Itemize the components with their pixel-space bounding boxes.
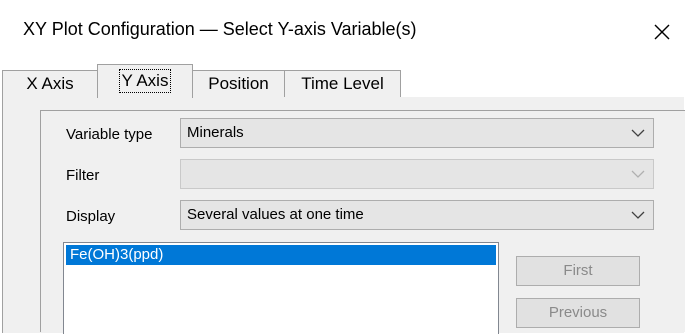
chevron-down-icon bbox=[631, 129, 645, 137]
display-label: Display bbox=[66, 208, 116, 225]
list-item-label: Fe(OH)3(ppd) bbox=[70, 246, 164, 263]
list-item[interactable]: Fe(OH)3(ppd) bbox=[66, 245, 496, 265]
filter-label: Filter bbox=[66, 167, 100, 184]
variable-listbox[interactable]: Fe(OH)3(ppd) bbox=[63, 242, 499, 334]
tab-time-level[interactable]: Time Level bbox=[284, 70, 401, 97]
title-bar: XY Plot Configuration — Select Y-axis Va… bbox=[0, 0, 685, 64]
variable-type-label: Variable type bbox=[66, 126, 153, 143]
previous-button-label: Previous bbox=[548, 304, 608, 321]
chevron-down-icon bbox=[631, 170, 645, 178]
close-button[interactable] bbox=[644, 14, 680, 50]
dialog-window: XY Plot Configuration — Select Y-axis Va… bbox=[0, 0, 685, 334]
tab-y-axis[interactable]: Y Axis bbox=[97, 64, 193, 98]
tab-y-axis-label: Y Axis bbox=[118, 69, 172, 93]
tab-time-level-label: Time Level bbox=[301, 74, 384, 93]
first-button-label: First bbox=[563, 262, 593, 279]
window-title: XY Plot Configuration — Select Y-axis Va… bbox=[23, 19, 417, 39]
variable-type-select[interactable]: Minerals bbox=[180, 118, 654, 148]
tab-x-axis-label: X Axis bbox=[26, 74, 74, 93]
chevron-down-icon bbox=[631, 211, 645, 219]
filter-select[interactable] bbox=[180, 159, 654, 189]
close-icon bbox=[654, 24, 670, 40]
tab-x-axis[interactable]: X Axis bbox=[2, 70, 98, 97]
tab-position-label: Position bbox=[208, 74, 269, 93]
variable-type-value: Minerals bbox=[187, 124, 244, 141]
tab-position[interactable]: Position bbox=[192, 70, 285, 97]
first-button[interactable]: First bbox=[516, 256, 640, 286]
display-value: Several values at one time bbox=[187, 206, 364, 223]
display-select[interactable]: Several values at one time bbox=[180, 200, 654, 230]
previous-button[interactable]: Previous bbox=[516, 298, 640, 328]
